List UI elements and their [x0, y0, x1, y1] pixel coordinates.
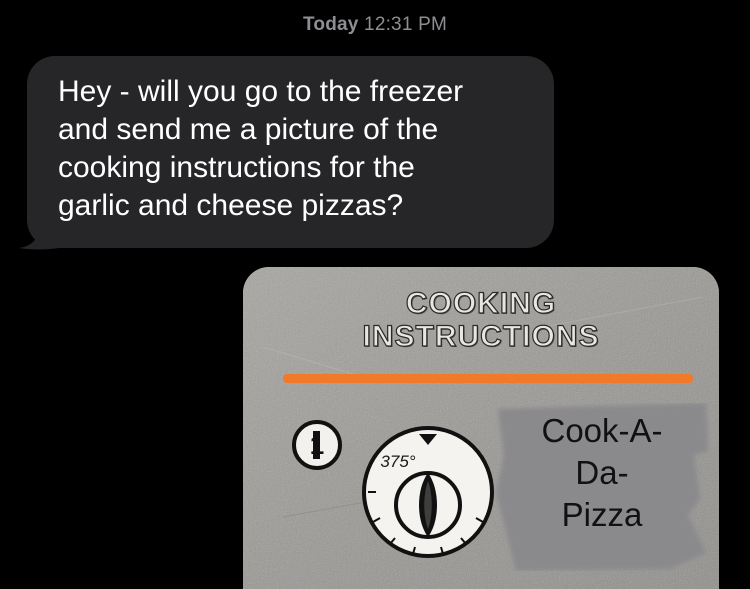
instructions-heading: COOKING INSTRUCTIONS: [243, 286, 719, 353]
sticker-line: Cook-A-: [541, 412, 663, 449]
sticker-text: Cook-A- Da- Pizza: [494, 410, 710, 536]
message-bubble[interactable]: Hey - will you go to the freezer and sen…: [27, 56, 554, 248]
temperature-label: 375°: [380, 452, 416, 471]
message-line: Hey - will you go to the freezer: [58, 75, 464, 108]
timestamp-time: 12:31 PM: [364, 14, 447, 35]
heading-line: COOKING: [405, 286, 557, 320]
message-line: and send me a picture of the: [58, 113, 439, 146]
orange-rule: [283, 374, 693, 383]
heading-line: INSTRUCTIONS: [362, 319, 600, 353]
timestamp-day: Today: [303, 14, 359, 35]
oven-dial-icon: [362, 426, 494, 558]
message-line: garlic and cheese pizzas?: [58, 189, 404, 222]
sticker-line: Da-: [575, 454, 629, 491]
step-number: 1: [309, 430, 325, 460]
message-line: cooking instructions for the: [58, 151, 415, 184]
sticker-line: Pizza: [561, 496, 643, 533]
incoming-message[interactable]: Hey - will you go to the freezer and sen…: [19, 56, 554, 250]
message-timestamp: Today 12:31 PM: [0, 14, 750, 36]
